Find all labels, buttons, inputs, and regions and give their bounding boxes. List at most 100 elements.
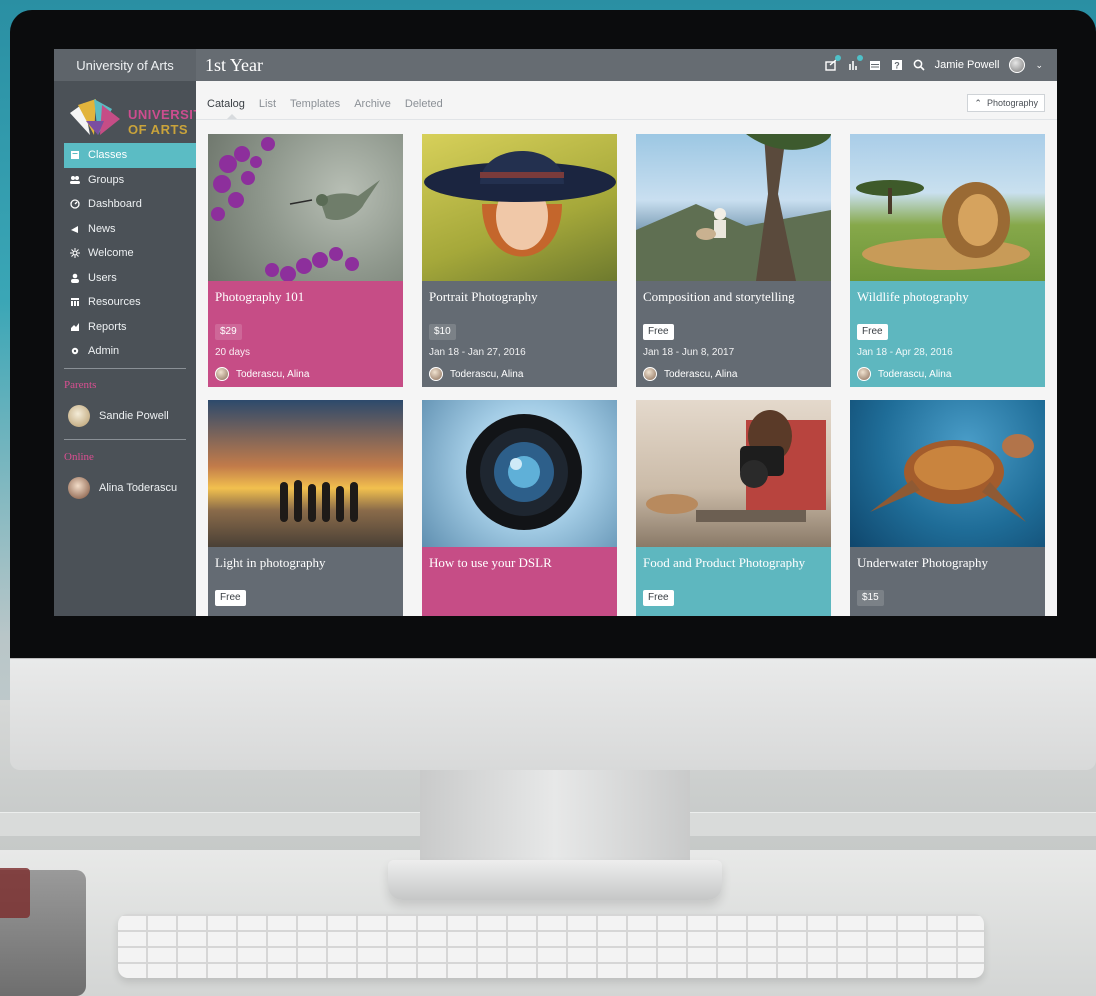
price-badge: Free [857, 324, 888, 340]
card-dates: Jan 18 - Jun 8, 2017 [643, 347, 735, 358]
card-image-hummingbird [208, 134, 403, 282]
price-badge: Free [215, 590, 246, 606]
notifications-icon[interactable] [847, 55, 863, 71]
teacher-name: Toderascu, Alina [664, 368, 738, 380]
online-user[interactable]: Alina Toderascu [68, 477, 177, 499]
monitor-stand [420, 770, 690, 864]
card-dates: Jan 18 - Jan 27, 2016 [429, 347, 526, 358]
sidebar-item-label: News [88, 222, 116, 235]
teacher-name: Toderascu, Alina [450, 368, 524, 380]
monitor-chin [10, 658, 1096, 770]
top-right-tools: ? Jamie Powell ⌄ [824, 49, 1043, 81]
tab-archive[interactable]: Archive [354, 98, 391, 110]
card-title: Composition and storytelling [643, 289, 795, 304]
card-image-sea-turtle [850, 400, 1045, 547]
card-title: Food and Product Photography [643, 555, 806, 570]
top-bar: University of Arts 1st Year ? Jamie Powe… [54, 49, 1057, 81]
card-title: Light in photography [215, 555, 326, 570]
sidebar-item-welcome[interactable]: Welcome [64, 241, 196, 266]
category-filter-button[interactable]: ⌃ Photography [967, 94, 1045, 112]
news-icon [71, 225, 78, 233]
teacher-name: Toderascu, Alina [236, 368, 310, 380]
admin-icon [71, 348, 79, 355]
users-icon [71, 273, 79, 283]
card-body: Food and Product Photography Free [636, 547, 831, 616]
price-badge: Free [643, 590, 674, 606]
class-card[interactable]: Light in photography Free [208, 400, 403, 616]
sidebar-nav: Classes Groups Dashboard News Welcome Us… [64, 143, 196, 364]
classes-icon [71, 151, 79, 160]
sidebar-item-classes[interactable]: Classes [64, 143, 196, 168]
app-screen: University of Arts 1st Year ? Jamie Powe… [54, 49, 1057, 616]
sidebar-divider [64, 368, 186, 369]
user-avatar[interactable] [1009, 57, 1026, 73]
class-card[interactable]: Wildlife photography Free Jan 18 - Apr 2… [850, 134, 1045, 387]
class-card[interactable]: Food and Product Photography Free [636, 400, 831, 616]
card-title: Photography 101 [215, 289, 305, 304]
card-title: How to use your DSLR [429, 555, 552, 570]
avatar [215, 367, 229, 381]
monitor-stand-base [388, 860, 722, 900]
view-tabs: Catalog List Templates Archive Deleted [207, 98, 443, 119]
sidebar-item-reports[interactable]: Reports [64, 315, 196, 340]
card-teacher: Toderascu, Alina [429, 367, 523, 381]
calendar-icon[interactable] [869, 59, 881, 71]
tab-deleted[interactable]: Deleted [405, 98, 443, 110]
tabs-divider [196, 119, 1057, 120]
parent-user[interactable]: Sandie Powell [68, 405, 169, 427]
card-teacher: Toderascu, Alina [215, 367, 309, 381]
desk-gadget-top [0, 868, 30, 918]
card-body: How to use your DSLR [422, 547, 617, 616]
sidebar-item-users[interactable]: Users [64, 266, 196, 291]
tab-list[interactable]: List [259, 98, 276, 110]
sidebar-item-label: Classes [88, 149, 128, 162]
sidebar-item-label: Dashboard [88, 198, 142, 211]
sidebar-item-label: Resources [88, 296, 141, 309]
keyboard [118, 914, 984, 978]
welcome-icon [70, 248, 80, 259]
sidebar-item-resources[interactable]: Resources [64, 290, 196, 315]
university-logo[interactable]: UNIVERSITY OF ARTS [64, 91, 211, 139]
svg-text:?: ? [894, 61, 900, 71]
parent-user-name: Sandie Powell [99, 410, 169, 422]
avatar [68, 477, 90, 499]
class-card[interactable]: Underwater Photography $15 [850, 400, 1045, 616]
sidebar-item-label: Admin [88, 345, 120, 358]
sidebar-item-label: Users [88, 271, 117, 284]
parents-heading: Parents [64, 379, 97, 391]
class-card[interactable]: Photography 101 $29 20 days Toderascu, A… [208, 134, 403, 387]
card-body: Underwater Photography $15 [850, 547, 1045, 616]
tab-templates[interactable]: Templates [290, 98, 340, 110]
groups-icon [70, 175, 80, 184]
search-icon[interactable] [913, 59, 925, 71]
user-name[interactable]: Jamie Powell [935, 59, 1000, 71]
tab-catalog[interactable]: Catalog [207, 98, 245, 119]
sidebar: UNIVERSITY OF ARTS Classes Groups Dashbo… [54, 81, 211, 616]
online-heading: Online [64, 451, 94, 463]
price-badge: $29 [215, 324, 242, 340]
help-icon[interactable]: ? [891, 59, 903, 71]
sidebar-item-news[interactable]: News [64, 217, 196, 242]
sidebar-item-groups[interactable]: Groups [64, 168, 196, 193]
price-badge: Free [643, 324, 674, 340]
sidebar-item-dashboard[interactable]: Dashboard [64, 192, 196, 217]
logo-mark-icon [70, 99, 120, 135]
online-user-name: Alina Toderascu [99, 482, 178, 494]
org-name[interactable]: University of Arts [54, 49, 196, 81]
dashboard-icon [70, 199, 80, 209]
reports-icon [71, 322, 79, 331]
card-dates: Jan 18 - Apr 28, 2016 [857, 347, 953, 358]
chevron-down-icon[interactable]: ⌄ [1035, 60, 1043, 71]
card-body: Photography 101 $29 20 days Toderascu, A… [208, 281, 403, 387]
avatar [429, 367, 443, 381]
class-card[interactable]: Portrait Photography $10 Jan 18 - Jan 27… [422, 134, 617, 387]
price-badge: $10 [429, 324, 456, 340]
class-card[interactable]: How to use your DSLR [422, 400, 617, 616]
messages-icon[interactable] [824, 55, 841, 71]
card-body: Composition and storytelling Free Jan 18… [636, 281, 831, 387]
sidebar-item-admin[interactable]: Admin [64, 339, 196, 364]
class-catalog-grid: Photography 101 $29 20 days Toderascu, A… [208, 134, 1048, 616]
card-image-lion [850, 134, 1045, 281]
card-title: Wildlife photography [857, 289, 969, 304]
class-card[interactable]: Composition and storytelling Free Jan 18… [636, 134, 831, 387]
